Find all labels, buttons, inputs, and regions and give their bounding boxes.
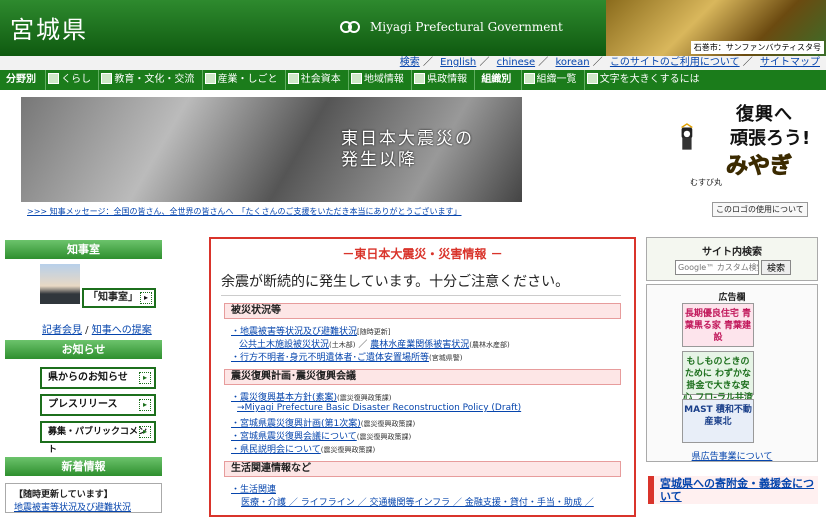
nav-item-govt[interactable]: 県政情報	[411, 70, 471, 90]
news-head: 【随時更新しています】	[14, 490, 113, 500]
ad-banner[interactable]: 長期優良住宅 青葉黒る家 青葉建設	[682, 303, 754, 347]
list-item: →Miyagi Prefecture Basic Disaster Recons…	[237, 403, 522, 413]
nav-head-field: 分野別	[6, 74, 36, 85]
magnifier-icon	[586, 73, 598, 84]
arrow-right-icon: ▸	[139, 399, 151, 411]
proposal-link[interactable]: 知事への提案	[92, 325, 152, 336]
governor-photo[interactable]	[40, 264, 80, 304]
section-reconstruction: 震災復興計画･震災復興会議	[224, 369, 621, 385]
util-sitemap-link[interactable]: サイトマップ	[760, 57, 820, 68]
earthquake-banner[interactable]: 東日本大震災の 発生以降	[21, 97, 522, 202]
search-button[interactable]: 検索	[761, 260, 791, 275]
list-item: 公共土木施設被災状況(土木部) ／ 農林水産業関係被害状況(農林水産部)	[239, 340, 510, 350]
list-item: ・宮城県震災復興計画(第1次案)(震災復興政策課)	[231, 419, 416, 429]
section-damage: 被災状況等	[224, 303, 621, 319]
donation-link-box: 宮城県への寄附金・義援金について	[648, 476, 818, 504]
prefecture-emblem-icon	[340, 21, 360, 33]
pen-icon	[101, 73, 113, 84]
mascot-name: むすび丸	[690, 178, 722, 187]
list-item: ・宮城県震災復興会議について(震災復興政策課)	[231, 432, 412, 442]
house-icon	[48, 73, 60, 84]
nav-item-org-list[interactable]: 組織一覧	[520, 70, 581, 90]
nav-item-education[interactable]: 教育・文化・交流	[98, 70, 198, 90]
oshirase-section-title: お知らせ	[5, 340, 162, 359]
site-search: サイト内検索 検索	[646, 237, 818, 281]
donation-link[interactable]: 宮城県への寄附金・義援金について	[660, 477, 814, 503]
nav-item-text-size[interactable]: 文字を大きくするには	[583, 70, 704, 90]
header-photo: 石巻市：サンファンバウティスタ号	[606, 0, 826, 56]
list-item: 医療・介護 ／ ライフライン ／ 交通機関等インフラ ／ 金融支援・貸付・手当・…	[241, 498, 594, 508]
util-korean-link[interactable]: korean	[555, 57, 589, 68]
press-release-button[interactable]: プレスリリース ▸	[40, 394, 156, 416]
briefcase-icon	[204, 73, 216, 84]
search-title: サイト内検索	[702, 247, 762, 258]
shinchaku-section-title: 新着情報	[5, 457, 162, 476]
nav-item-infrastructure[interactable]: 社会資本	[284, 70, 345, 90]
public-comment-button[interactable]: 募集・パブリックコメント ▸	[40, 421, 156, 455]
ad-banner[interactable]: もしものときのために わずかな掛金で大きな安心 フロ-ラル共済	[682, 351, 754, 403]
news-item[interactable]: 地震被害等状況及び避難状況	[14, 503, 131, 513]
list-item: ・行方不明者･身元不明遺体者･ご遺体安置場所等(宮城県警)	[231, 353, 463, 363]
mascot-text-2: 頑張ろう!	[730, 128, 811, 149]
map-icon	[350, 73, 362, 84]
mascot-text-1: 復興へ	[736, 104, 793, 125]
musubimaru-mascot-icon[interactable]	[678, 100, 728, 180]
nav-item-life[interactable]: くらし	[45, 70, 95, 90]
ad-area: 広告欄 長期優良住宅 青葉黒る家 青葉建設 もしものときのために わずかな掛金で…	[646, 284, 818, 462]
list-item: ・生活関連	[231, 485, 277, 495]
mascot-text-3: みやぎ	[725, 154, 793, 180]
building-icon	[287, 73, 299, 84]
arrow-right-icon: ▸	[139, 372, 151, 384]
list-item: ・県民説明会について(震災復興政策課)	[231, 445, 376, 455]
disaster-title: －東日本大震災・災害情報 －	[342, 247, 503, 261]
util-usage-link[interactable]: このサイトのご利用について	[610, 57, 740, 68]
logo-use-link[interactable]: このロゴの使用について	[712, 202, 808, 217]
utility-links: 検索 ／ English ／ chinese ／ korean ／ このサイトの…	[0, 56, 826, 70]
util-search-link[interactable]: 検索	[400, 57, 420, 68]
banner-title: 東日本大震災の 発生以降	[341, 129, 474, 170]
section-living: 生活関連情報など	[224, 461, 621, 477]
nav-item-industry[interactable]: 産業・しごと	[201, 70, 282, 90]
news-box: 【随時更新しています】 地震被害等状況及び避難状況	[5, 483, 162, 513]
site-logo[interactable]: 宮城県	[10, 10, 88, 45]
document-icon	[414, 73, 426, 84]
nav-item-region[interactable]: 地域情報	[347, 70, 408, 90]
arrow-right-icon: ▸	[140, 292, 152, 304]
governor-message-link[interactable]: >>> 知事メッセージ：全国の皆さん、全世界の皆さんへ 「たくさんのご支援をいた…	[27, 206, 462, 217]
list-icon	[523, 73, 535, 84]
chiji-section-title: 知事室	[5, 240, 162, 259]
ad-title: 広告欄	[718, 293, 746, 303]
nav-head-org: 組織別	[474, 70, 517, 90]
main-nav: 分野別 くらし 教育・文化・交流 産業・しごと 社会資本 地域情報 県政情報 組…	[0, 70, 826, 90]
chiji-button[interactable]: 「知事室」 ▸	[82, 288, 156, 308]
photo-caption: 石巻市：サンファンバウティスタ号	[690, 41, 824, 54]
list-item: ・地震被害等状況及び避難状況[随時更新]	[231, 327, 391, 337]
header: 宮城県 Miyagi Prefectural Government 石巻市：サン…	[0, 0, 826, 56]
disaster-info-panel: －東日本大震災・災害情報 － 余震が断続的に発生しています。十分ご注意ください。…	[209, 237, 636, 517]
search-input[interactable]	[675, 260, 759, 275]
governor-links: 記者会見 / 知事への提案	[42, 325, 152, 336]
ad-banner[interactable]: MAST 積和不動産東北	[682, 399, 754, 443]
util-english-link[interactable]: English	[440, 57, 476, 68]
pref-notice-button[interactable]: 県からのお知らせ ▸	[40, 367, 156, 389]
aftershock-warning: 余震が断続的に発生しています。十分ご注意ください。	[221, 274, 570, 290]
arrow-right-icon: ▸	[139, 426, 151, 438]
list-item: ・震災復興基本方針(素案)(震災復興政策課)	[231, 393, 392, 403]
ad-program-link[interactable]: 県広告事業について	[647, 449, 817, 462]
util-chinese-link[interactable]: chinese	[497, 57, 535, 68]
press-conference-link[interactable]: 記者会見	[42, 325, 82, 336]
divider	[221, 295, 621, 296]
govt-name: Miyagi Prefectural Government	[370, 20, 563, 34]
